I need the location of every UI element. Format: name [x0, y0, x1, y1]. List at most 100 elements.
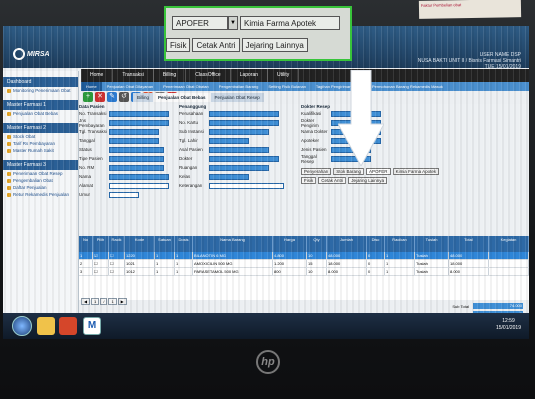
undo-icon[interactable]: ↺	[119, 92, 129, 102]
card-field[interactable]	[209, 119, 279, 126]
mirsa-app-icon[interactable]: M	[83, 317, 101, 335]
table-row[interactable]: 2 ☐ ☐ 1021 1 1 AMOXICILIN 500 MG 1.200 15 18.000 0…	[79, 260, 529, 268]
patient-type-field[interactable]	[109, 155, 164, 162]
nav-item[interactable]: Utility	[268, 69, 300, 82]
sidebar-header[interactable]: Dashboard	[3, 77, 78, 87]
row-checkbox[interactable]: ☐	[109, 260, 125, 267]
nav-item[interactable]: Home	[81, 69, 114, 82]
handover-button[interactable]: Penyerahan	[301, 168, 332, 175]
company-field[interactable]	[209, 110, 279, 117]
fisik-button[interactable]: Fisik	[301, 177, 317, 184]
item-grid: No Pilih Racik Kode Satuan Dosis Nama Barang Ha…	[79, 236, 529, 300]
column-header[interactable]: Racik	[109, 236, 125, 252]
transaction-field[interactable]	[109, 110, 169, 117]
payment-field[interactable]	[109, 119, 169, 126]
nav-item[interactable]: Billing	[154, 69, 187, 82]
column-header[interactable]: Dosis	[175, 236, 193, 252]
sidebar-item[interactable]: Master Rumah Sakit	[3, 147, 78, 154]
delete-icon[interactable]: ✕	[95, 92, 105, 102]
origin-field[interactable]	[209, 146, 269, 153]
subtab-active[interactable]: Penjualan Obat Bebas	[154, 93, 210, 102]
next-page-button[interactable]: ▶	[117, 298, 127, 305]
column-header[interactable]: Pilih	[93, 236, 109, 252]
date-field[interactable]	[109, 128, 159, 135]
system-clock[interactable]: 12:59 15/01/2019	[496, 318, 521, 332]
sidebar-item[interactable]: Tarif Rs Pembayaran	[3, 140, 78, 147]
sidebar-item[interactable]: Retur Rekamedis Penjualan	[3, 191, 78, 198]
table-cell: BILANOTIN 6 MG	[193, 252, 273, 259]
date2-field[interactable]	[109, 137, 159, 144]
print-queue-button[interactable]: Cetak Antri	[192, 38, 240, 52]
class-field[interactable]	[209, 173, 249, 180]
sidebar-header[interactable]: Master Farmasi 2	[3, 123, 78, 133]
sidebar-item[interactable]: Pengembalian Obat	[3, 177, 78, 184]
nav-item[interactable]: Transaksi	[113, 69, 154, 82]
sidebar-header[interactable]: Master Farmasi 1	[3, 100, 78, 110]
row-checkbox[interactable]: ☑	[93, 252, 109, 259]
birth-field[interactable]	[209, 137, 249, 144]
sidebar-item[interactable]: Penerimaan Obat Resep	[3, 170, 78, 177]
sidebar-item[interactable]: Daftar Penjualan	[3, 184, 78, 191]
status-field[interactable]	[109, 146, 164, 153]
sidebar-item[interactable]: Penjualan Obat Bebas	[3, 110, 78, 117]
row-checkbox[interactable]: ☐	[109, 252, 125, 259]
column-header[interactable]: Kegiatan	[489, 236, 529, 252]
network-button[interactable]: Jejaring Lainnya	[241, 38, 308, 52]
table-cell: 10	[307, 252, 327, 259]
nav-item[interactable]: ClassOffice	[186, 69, 231, 82]
tab[interactable]: Pengembalian Barang	[214, 82, 264, 91]
name-field[interactable]	[109, 173, 169, 180]
fisik-button[interactable]: Fisik	[166, 38, 191, 52]
column-header[interactable]: Kode	[125, 236, 155, 252]
sidebar-header[interactable]: Master Farmasi 3	[3, 160, 78, 170]
column-header[interactable]: Tuslah	[415, 236, 449, 252]
apofer-select[interactable]: APOFER	[366, 168, 391, 175]
room-field[interactable]	[209, 164, 269, 171]
print-queue-button[interactable]: Cetak Antri	[318, 177, 347, 184]
column-header[interactable]: Jumlah	[327, 236, 367, 252]
stock-button[interactable]: Stok Barang	[333, 168, 365, 175]
subtab[interactable]: Billing	[133, 93, 154, 102]
prev-page-button[interactable]: ◀	[81, 298, 91, 305]
table-cell: 18.000	[327, 260, 367, 267]
column-header[interactable]: Nama Barang	[193, 236, 273, 252]
nav-item[interactable]: Laporan	[231, 69, 269, 82]
network-button[interactable]: Jejaring Lainnya	[348, 177, 388, 184]
tab-home[interactable]: Home	[81, 82, 102, 91]
row-checkbox[interactable]: ☐	[93, 260, 109, 267]
subtab[interactable]: Penjualan Obat Resep	[210, 93, 264, 102]
new-icon[interactable]: +	[83, 92, 93, 102]
note-field[interactable]	[209, 182, 284, 189]
table-row[interactable]: 1 ☑ ☐ 1220 1 1 BILANOTIN 6 MG 4.800 10 48.000 0 1 Tu…	[79, 252, 529, 260]
age-field[interactable]	[109, 191, 139, 198]
table-cell: 1220	[125, 252, 155, 259]
column-header[interactable]: Disc	[367, 236, 385, 252]
column-header[interactable]: Qty	[307, 236, 327, 252]
start-button[interactable]	[12, 316, 32, 336]
apofer-dropdown[interactable]: APOFER	[172, 16, 228, 30]
tab[interactable]: Penerimaan Obat Obatan	[158, 82, 214, 91]
column-header[interactable]: Total	[449, 236, 489, 252]
edit-icon[interactable]: ✎	[107, 92, 117, 102]
explorer-icon[interactable]	[37, 317, 55, 335]
table-row[interactable]: 3 ☐ ☐ 1012 1 1 PARASETAMOL 500 MG 800 10 8.000 0 1 T…	[79, 268, 529, 276]
column-header[interactable]: No	[79, 236, 93, 252]
tab[interactable]: Setting Fisik Bulanan	[263, 82, 311, 91]
doctor-field[interactable]	[209, 155, 279, 162]
sidebar-item[interactable]: Monitoring Penerimaan Obat	[3, 87, 78, 94]
column-header[interactable]: Harga	[273, 236, 307, 252]
browser-icon[interactable]	[59, 317, 77, 335]
rm-field[interactable]	[109, 164, 164, 171]
chevron-down-icon[interactable]: ▼	[228, 16, 238, 30]
tab[interactable]: Penjualan Obat Dilayanan	[102, 82, 158, 91]
row-checkbox[interactable]: ☐	[109, 268, 125, 275]
table-cell: Tuslah	[415, 260, 449, 267]
sidebar-item[interactable]: Stock Obat	[3, 133, 78, 140]
column-header[interactable]: Satuan	[155, 236, 175, 252]
column-header[interactable]: Racikan	[385, 236, 415, 252]
subinstance-field[interactable]	[209, 128, 269, 135]
row-checkbox[interactable]: ☐	[93, 268, 109, 275]
sub-tabs: Billing Penjualan Obat Bebas Penjualan O…	[133, 93, 264, 102]
table-cell: 0	[367, 268, 385, 275]
address-field[interactable]	[109, 182, 169, 189]
